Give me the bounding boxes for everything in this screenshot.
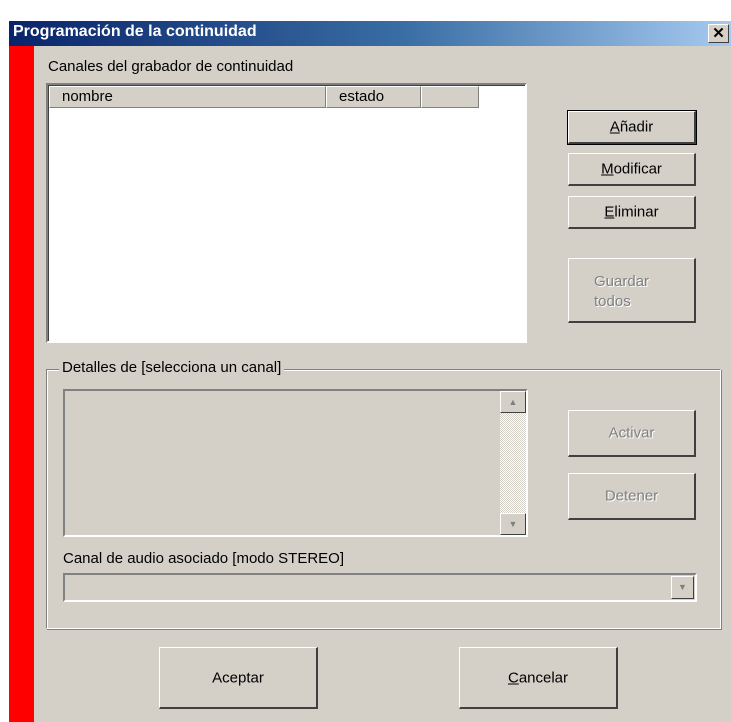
activate-button-label: Activar bbox=[608, 424, 655, 442]
audio-channel-select[interactable]: ▼ bbox=[63, 573, 697, 602]
channels-group-label: Canales del grabador de continuidad bbox=[48, 58, 294, 75]
save-all-button[interactable]: Guardar todos bbox=[568, 258, 696, 323]
add-button[interactable]: Añadir bbox=[567, 110, 697, 145]
add-button-mnemonic: A bbox=[609, 118, 620, 136]
accent-bar bbox=[9, 46, 34, 722]
channels-list[interactable]: nombre estado bbox=[46, 83, 527, 343]
column-header-extra[interactable] bbox=[421, 86, 479, 108]
scroll-up-button[interactable]: ▲ bbox=[500, 391, 526, 413]
cancel-button[interactable]: Cancelar bbox=[459, 647, 618, 709]
chevron-down-icon: ▼ bbox=[678, 582, 687, 592]
delete-button-mnemonic: E bbox=[604, 203, 615, 221]
delete-button-label: liminar bbox=[614, 203, 659, 221]
details-text-area[interactable]: ▲ ▼ bbox=[63, 389, 528, 537]
stop-button[interactable]: Detener bbox=[568, 473, 696, 520]
save-all-label-line1: Guardar bbox=[594, 273, 650, 290]
window-titlebar[interactable]: Programación de la continuidad ✕ bbox=[9, 21, 731, 46]
cancel-button-mnemonic: C bbox=[507, 669, 519, 686]
close-button[interactable]: ✕ bbox=[708, 24, 729, 43]
column-header-estado[interactable]: estado bbox=[326, 86, 421, 108]
accept-button[interactable]: Aceptar bbox=[159, 647, 318, 709]
save-all-label-line2: todos bbox=[594, 293, 631, 310]
modify-button-mnemonic: M bbox=[601, 160, 614, 178]
audio-channel-dropdown-button[interactable]: ▼ bbox=[671, 576, 694, 599]
modify-button-label: odificar bbox=[613, 160, 662, 178]
add-button-label: ñadir bbox=[619, 118, 654, 136]
close-icon: ✕ bbox=[712, 25, 725, 42]
details-group-legend: Detalles de [selecciona un canal] bbox=[59, 359, 285, 376]
delete-button[interactable]: Eliminar bbox=[568, 196, 696, 229]
window-title: Programación de la continuidad bbox=[13, 23, 257, 40]
cancel-button-label: ancelar bbox=[518, 669, 569, 686]
scroll-down-icon: ▼ bbox=[508, 519, 518, 529]
modify-button[interactable]: Modificar bbox=[568, 153, 696, 186]
scroll-down-button[interactable]: ▼ bbox=[500, 513, 526, 535]
accept-button-label: Aceptar bbox=[212, 669, 264, 686]
audio-channel-label: Canal de audio asociado [modo STEREO] bbox=[63, 550, 344, 567]
activate-button[interactable]: Activar bbox=[568, 410, 696, 457]
column-header-nombre[interactable]: nombre bbox=[49, 86, 326, 108]
scroll-up-icon: ▲ bbox=[508, 397, 518, 407]
stop-button-label: Detener bbox=[604, 487, 659, 505]
details-scrollbar[interactable]: ▲ ▼ bbox=[500, 391, 526, 535]
